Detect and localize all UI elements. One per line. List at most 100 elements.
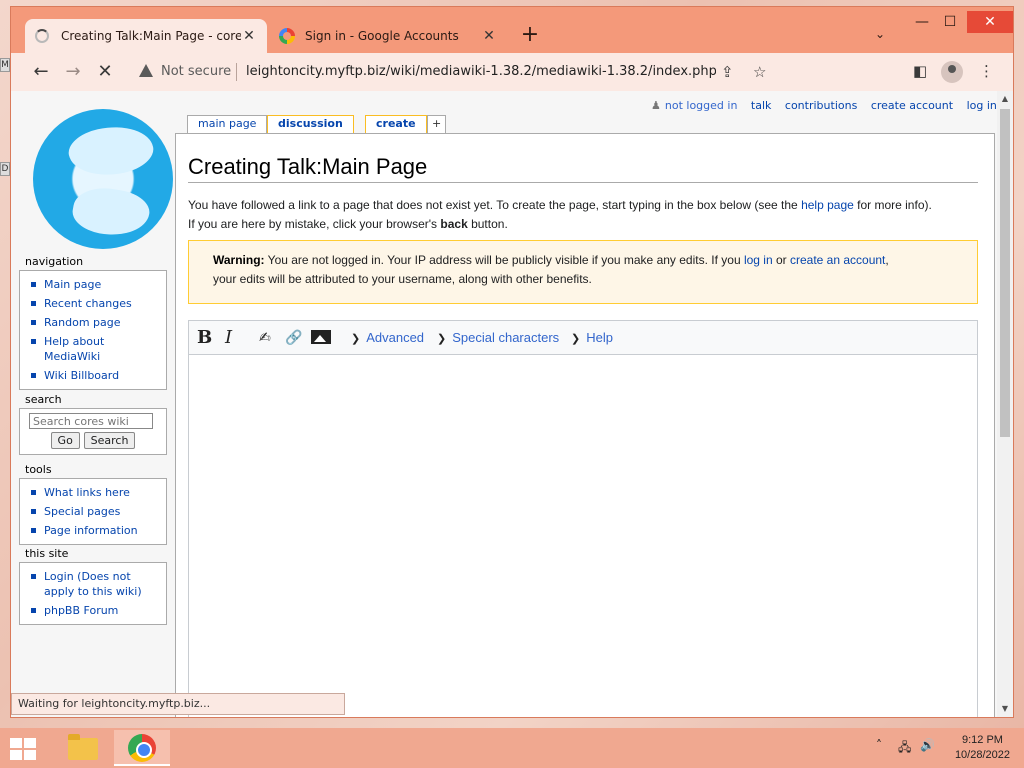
taskbar-file-explorer[interactable] [54,730,110,766]
create-account-link[interactable]: create account [871,99,953,112]
not-logged-in-label: not logged in [664,99,738,112]
folder-icon [68,734,98,760]
new-tab-button[interactable]: + [517,23,543,49]
go-button[interactable]: Go [50,432,80,449]
address-bar[interactable]: Not secure leightoncity.myftp.biz/wiki/m… [133,57,863,87]
advanced-label: Advanced [366,330,425,345]
volume-icon[interactable]: 🔊 [920,738,935,752]
tab-create[interactable]: create [365,115,427,133]
side-panel-icon[interactable]: ◧ [913,62,927,80]
scroll-thumb[interactable] [1000,109,1010,437]
this-site-portlet: this site Login (Does not apply to this … [19,547,167,625]
chevron-right-icon: ❯ [437,333,447,345]
intro-text-part: You have followed a link to a page that … [188,198,802,212]
help-page-link[interactable]: help page [801,198,854,212]
tab-discussion[interactable]: discussion [267,115,354,133]
loading-spinner-icon [35,29,49,43]
help-toggle[interactable]: ❯ Help [571,330,613,345]
bookmark-star-icon[interactable]: ☆ [753,63,766,81]
intro-text-part: If you are here by mistake, click your b… [188,217,441,231]
page-title: Creating Talk:Main Page [188,154,978,183]
scroll-up-icon[interactable]: ▲ [997,91,1013,107]
log-in-warning-link[interactable]: log in [744,253,773,267]
tab-main-page[interactable]: main page [187,115,268,133]
italic-button[interactable]: I [225,327,232,348]
logo-shape [69,182,153,242]
scroll-down-icon[interactable]: ▼ [997,701,1013,717]
wiki-logo[interactable] [33,109,173,249]
url-text[interactable]: leightoncity.myftp.biz/wiki/mediawiki-1.… [246,64,716,79]
bold-button[interactable]: B [197,327,212,348]
search-portlet: search Go Search [19,393,167,455]
not-secure-warning-icon[interactable] [139,64,153,77]
minimize-button[interactable]: — [907,11,937,33]
network-icon[interactable]: 🖧 [898,738,911,759]
sidebar-item-random-page[interactable]: Random page [26,313,160,332]
tray-chevron-up-icon[interactable]: ˄ [876,738,882,752]
tab-google-signin[interactable]: Sign in - Google Accounts ✕ [269,19,507,53]
stop-loading-icon[interactable]: ✕ [93,61,117,83]
profile-avatar-icon[interactable] [941,61,963,83]
desktop-icon-edge-2[interactable]: D [0,162,10,176]
sidebar-item-special-pages[interactable]: Special pages [26,502,160,521]
tab-more[interactable]: + [427,115,447,133]
talk-link[interactable]: talk [751,99,771,112]
warning-text: or [772,253,790,267]
portlet-heading: navigation [25,255,84,268]
user-icon: ♟ [651,99,661,112]
clock-date: 10/28/2022 [954,749,1010,761]
link-icon[interactable]: 🔗 [285,330,302,346]
google-favicon-icon [279,28,295,44]
editor-toolbar: B I ✍ 🔗 ❯ Advanced ❯ Special characters ❯ H… [189,321,977,355]
back-arrow-icon[interactable]: ← [29,61,53,83]
tab-search-chevron-icon[interactable]: ⌄ [875,27,885,41]
create-account-warning-link[interactable]: create an account [790,253,885,267]
sidebar-item-main-page[interactable]: Main page [26,275,160,294]
contributions-link[interactable]: contributions [785,99,857,112]
portlet-heading: search [25,393,62,406]
taskbar-chrome[interactable] [114,730,170,766]
security-indicator[interactable]: Not secure [161,64,231,79]
tools-portlet: tools What links here Special pages Page… [19,463,167,545]
system-clock[interactable]: 9:12 PM 10/28/2022 [955,733,1010,763]
search-button[interactable]: Search [83,432,136,449]
search-input[interactable] [29,413,153,429]
close-window-button[interactable]: ✕ [967,11,1013,33]
sidebar-item-wiki-billboard[interactable]: Wiki Billboard [26,366,160,385]
sidebar-item-phpbb-forum[interactable]: phpBB Forum [26,601,160,620]
tab-creating-talk[interactable]: Creating Talk:Main Page - cores w ✕ [25,19,267,53]
wikitext-editor: B I ✍ 🔗 ❯ Advanced ❯ Special characters ❯ H… [188,320,978,717]
desktop-icon-edge[interactable]: M [0,58,10,72]
portlet-heading: tools [25,463,52,476]
chevron-right-icon: ❯ [571,333,581,345]
portlet-heading: this site [25,547,69,560]
sidebar-item-login[interactable]: Login (Does not apply to this wiki) [26,567,160,601]
start-windows-icon[interactable] [10,738,36,760]
special-characters-toggle[interactable]: ❯ Special characters [437,330,559,345]
page-scrollbar[interactable]: ▲ ▼ [997,91,1013,717]
chevron-right-icon: ❯ [351,333,361,345]
sidebar-item-help[interactable]: Help about MediaWiki [26,332,160,366]
edit-textarea[interactable] [189,355,977,717]
browser-window: Creating Talk:Main Page - cores w ✕ Sign… [10,6,1014,718]
sidebar-item-recent-changes[interactable]: Recent changes [26,294,160,313]
anon-edit-warning: Warning: You are not logged in. Your IP … [188,240,978,304]
taskbar: ˄ 🖧 🔊 9:12 PM 10/28/2022 [0,728,1024,768]
intro-text-part: for more info). [853,198,932,212]
signature-icon[interactable]: ✍ [259,330,271,346]
web-content: ♟ not logged in talk contributions create… [11,91,1013,717]
sidebar-item-page-information[interactable]: Page information [26,521,160,540]
forward-arrow-icon[interactable]: → [61,61,85,83]
maximize-button[interactable]: ☐ [935,11,965,33]
browser-toolbar: ← → ✕ Not secure leightoncity.myftp.biz/… [11,53,1013,91]
sidebar-item-what-links-here[interactable]: What links here [26,483,160,502]
log-in-link[interactable]: log in [967,99,997,112]
advanced-toggle[interactable]: ❯ Advanced [351,330,424,345]
embedded-image-icon[interactable] [311,330,331,344]
tab-close-icon[interactable]: ✕ [481,28,497,44]
tab-title: Sign in - Google Accounts [305,29,459,43]
warning-text: You are not logged in. Your IP address w… [264,253,744,267]
tab-close-icon[interactable]: ✕ [241,28,257,44]
menu-kebab-icon[interactable]: ⋮ [979,62,994,80]
share-icon[interactable]: ⇪ [721,63,734,81]
